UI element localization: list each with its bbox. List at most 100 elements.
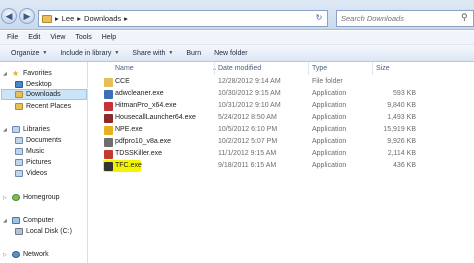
file-row[interactable]: TFC.exe 9/18/2011 6:15 AM Application 436 K… [98,160,474,172]
nav-videos-label: Videos [26,170,48,177]
nav-recent-places[interactable]: Recent Places [15,101,71,112]
breadcrumb-lee[interactable]: Lee [62,14,75,23]
file-row[interactable]: NPE.exe 10/5/2012 6:10 PM Application 15,91… [98,125,474,136]
application-icon [104,126,113,135]
file-size: 593 KB [393,90,416,97]
menu-tools[interactable]: Tools [75,34,91,41]
file-name: adwcleaner.exe [115,90,164,97]
disk-icon [15,228,23,235]
network-icon [12,251,20,258]
file-date: 10/2/2012 5:07 PM [218,138,278,145]
file-type: File folder [312,78,343,85]
breadcrumb-separator-icon: ▸ [55,14,59,23]
column-header-date[interactable]: Date modified [218,62,261,75]
share-with-label: Share with [132,49,166,57]
nav-homegroup[interactable]: ▷ Homegroup [3,192,60,203]
nav-computer[interactable]: ◢ Computer [3,215,54,226]
search-icon[interactable]: ⚲ [461,12,470,23]
address-input[interactable]: ▸ Lee ▸ Downloads ▸ ↻ [38,10,328,27]
nav-network[interactable]: ▷ Network [3,249,49,260]
file-type: Application [312,90,347,97]
breadcrumb-separator-icon: ▸ [77,14,82,23]
file-date: 10/30/2012 9:15 AM [218,90,281,97]
file-size: 9,926 KB [387,138,416,145]
file-type: Application [312,114,347,121]
column-header-name[interactable]: Name [115,62,134,75]
include-in-library-button[interactable]: Include in library ▼ [55,50,127,57]
new-folder-button[interactable]: New folder [209,50,255,57]
nav-libraries[interactable]: ◢ Libraries [3,124,50,135]
computer-icon [12,217,20,224]
address-bar-row: ◀ ▶ ▸ Lee ▸ Downloads ▸ ↻ ⚲ [0,0,474,30]
file-row[interactable]: HousecallLauncher64.exe 5/24/2012 8:50 AM… [98,113,474,124]
nav-local-disk[interactable]: Local Disk (C:) [15,226,72,237]
file-type: Application [312,150,347,157]
videos-icon [15,170,23,177]
nav-downloads[interactable]: Downloads [1,89,87,100]
file-size: 436 KB [393,162,416,169]
refresh-icon[interactable]: ↻ [313,13,325,25]
nav-pictures-label: Pictures [26,159,52,166]
expand-icon[interactable]: ▷ [3,252,9,258]
share-with-button[interactable]: Share with ▼ [127,50,181,57]
nav-homegroup-label: Homegroup [23,194,60,201]
desktop-icon [15,81,23,88]
organize-button[interactable]: Organize ▼ [6,50,55,57]
file-row[interactable]: HitmanPro_x64.exe 10/31/2012 9:10 AM Appli… [98,101,474,112]
file-row[interactable]: CCE 12/28/2012 9:14 AM File folder [98,77,474,88]
column-type-label: Type [312,65,328,72]
nav-videos[interactable]: Videos [15,168,47,179]
application-icon [104,162,113,171]
nav-computer-label: Computer [23,217,54,224]
chevron-down-icon: ▼ [42,50,48,56]
nav-downloads-label: Downloads [26,91,61,98]
homegroup-icon [12,194,20,201]
nav-pictures[interactable]: Pictures [15,157,51,168]
breadcrumb-downloads[interactable]: Downloads [84,14,121,23]
menu-edit[interactable]: Edit [28,34,40,41]
nav-documents[interactable]: Documents [15,135,61,146]
menu-view[interactable]: View [50,34,65,41]
menu-help[interactable]: Help [102,34,116,41]
file-size: 15,919 KB [383,126,416,133]
file-row[interactable]: pdfpro10_v8a.exe 10/2/2012 5:07 PM Applica… [98,137,474,148]
nav-network-label: Network [23,251,49,258]
folder-icon [42,14,52,23]
column-header-size[interactable]: Size [376,62,390,75]
forward-button[interactable]: ▶ [19,8,35,24]
burn-button[interactable]: Burn [181,50,209,57]
recent-places-icon [15,103,23,110]
expand-icon[interactable]: ◢ [3,71,9,77]
file-name: HitmanPro_x64.exe [115,102,177,109]
nav-favorites[interactable]: ◢ ★ Favorites [3,68,52,79]
column-separator[interactable] [308,62,309,75]
file-row[interactable]: adwcleaner.exe 10/30/2012 9:15 AM Applicat… [98,89,474,100]
navigation-pane: ◢ ★ Favorites Desktop Downloads Recent P… [0,62,88,263]
search-input[interactable] [336,10,474,27]
application-icon [104,138,113,147]
file-type: Application [312,126,347,133]
expand-icon[interactable]: ▷ [3,195,9,201]
file-date: 10/31/2012 9:10 AM [218,102,281,109]
file-name: CCE [115,78,130,85]
music-icon [15,148,23,155]
breadcrumb-separator-icon: ▸ [124,14,128,23]
column-separator[interactable] [214,62,215,75]
file-name: TDSSKiller.exe [115,150,163,157]
file-type: Application [312,138,347,145]
menu-file[interactable]: File [7,34,18,41]
column-separator[interactable] [372,62,373,75]
file-row[interactable]: TDSSKiller.exe 11/1/2012 9:15 AM Applicati… [98,149,474,160]
file-name: pdfpro10_v8a.exe [115,138,172,145]
expand-icon[interactable]: ◢ [3,127,9,133]
nav-libraries-label: Libraries [23,126,50,133]
column-header-type[interactable]: Type [312,62,327,75]
file-date: 11/1/2012 9:15 AM [218,150,277,157]
application-icon [104,90,113,99]
back-button[interactable]: ◀ [1,8,17,24]
file-type: Application [312,162,347,169]
nav-music[interactable]: Music [15,146,44,157]
expand-icon[interactable]: ◢ [3,218,9,224]
file-size: 9,840 KB [387,102,416,109]
burn-label: Burn [186,49,202,57]
